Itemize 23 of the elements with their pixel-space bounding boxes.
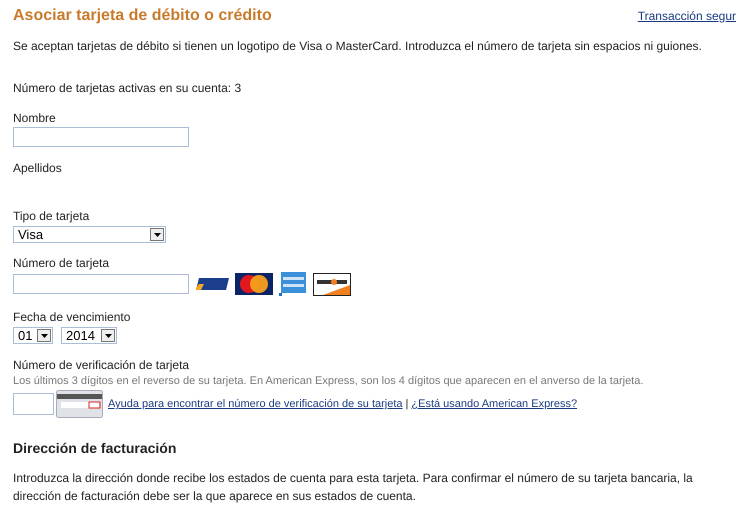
active-cards-count: Número de tarjetas activas en su cuenta: 3 bbox=[13, 81, 242, 95]
card-type-label: Tipo de tarjeta bbox=[13, 209, 90, 223]
card-type-dropdown[interactable]: Visa bbox=[13, 226, 166, 243]
expiry-date-label: Fecha de vencimiento bbox=[13, 310, 130, 324]
year-dropdown[interactable]: 2014 bbox=[61, 327, 117, 344]
verification-number-label: Número de verificación de tarjeta bbox=[13, 358, 190, 372]
billing-heading: Dirección de facturación bbox=[13, 440, 178, 456]
card-number-field[interactable] bbox=[13, 274, 189, 294]
card-number-label: Número de tarjeta bbox=[13, 256, 110, 270]
verification-hint: Los últimos 3 dígitos en el reverso de su tarjeta. En American Express, son los 4 dígitos que aparecen en el anverso de la tarjeta. bbox=[13, 375, 644, 387]
verification-help-link[interactable]: Ayuda para encontrar el número de verificación de su tarjeta bbox=[108, 398, 403, 410]
amex-link[interactable]: ¿Está usando American Express? bbox=[411, 398, 578, 410]
month-dropdown[interactable]: 01 bbox=[13, 327, 53, 344]
link-separator: | bbox=[406, 398, 408, 410]
intro-text: Se aceptan tarjetas de débito si tienen un logotipo de Visa o MasterCard. Introduzca el número de tarjeta sin espacios ni guiones. bbox=[13, 39, 703, 53]
first-name-label: Nombre bbox=[13, 111, 56, 125]
verification-number-field[interactable] bbox=[13, 393, 54, 415]
secure-transaction-link[interactable]: Transacción segur bbox=[638, 9, 736, 23]
first-name-field[interactable] bbox=[13, 127, 189, 147]
last-name-label: Apellidos bbox=[13, 161, 62, 175]
billing-text: Introduzca la dirección donde recibe los estados de cuenta para esta tarjeta. Para confirmar el número de su tarjeta bancaria, la dirección de facturación debe ser la que aparece en sus estados de cuenta. bbox=[13, 470, 694, 505]
page-title: Asociar tarjeta de débito o crédito bbox=[13, 7, 272, 25]
card-back-icon bbox=[56, 390, 103, 418]
